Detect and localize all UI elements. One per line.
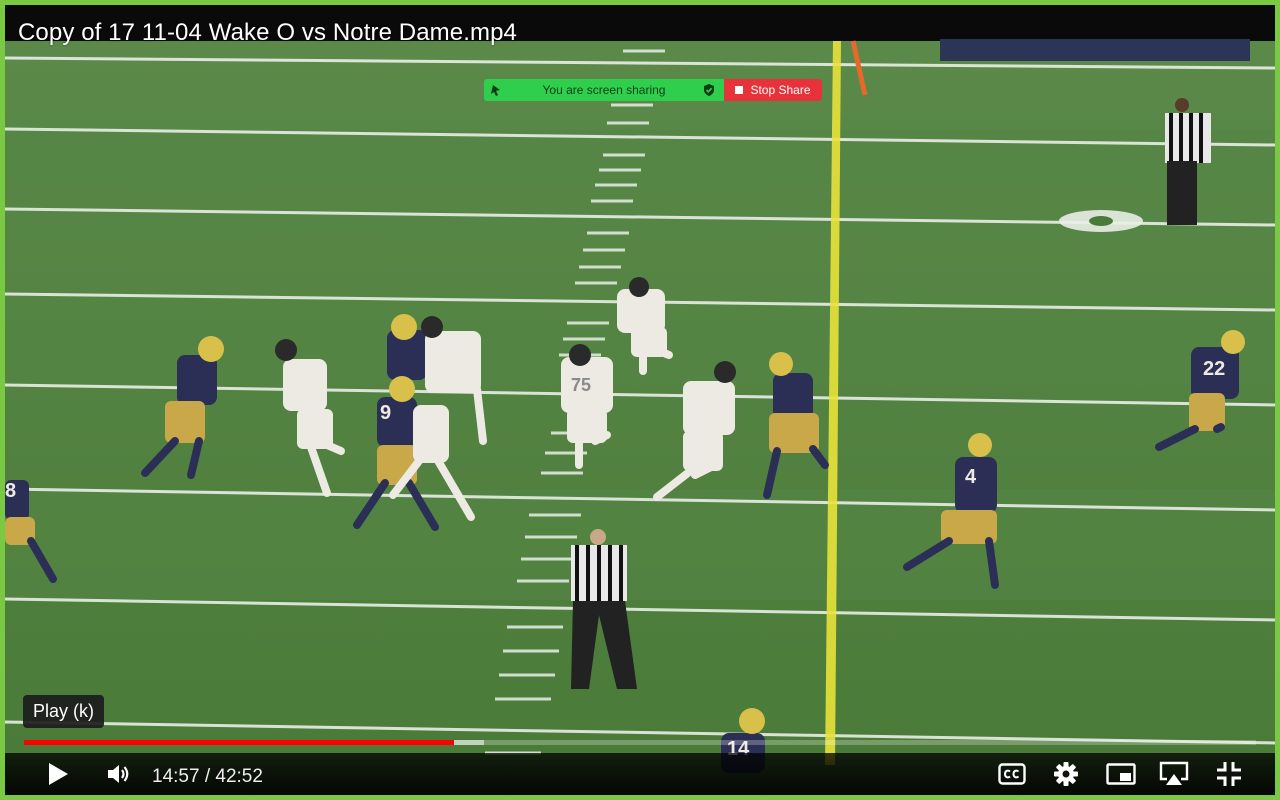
share-status-text: You are screen sharing — [542, 83, 666, 97]
video-frame: 22 4 9 14 8 75 — [5, 5, 1275, 795]
jersey-number: 9 — [380, 402, 391, 424]
stop-share-label: Stop Share — [750, 83, 811, 97]
time-separator: / — [199, 766, 216, 787]
play-tooltip: Play (k) — [23, 695, 105, 728]
play-icon — [49, 763, 68, 785]
progress-bar[interactable] — [24, 740, 1256, 745]
settings-icon — [1054, 762, 1078, 786]
screen-share-bar: You are screen sharing Stop Share — [484, 79, 822, 101]
jersey-number: 8 — [5, 480, 16, 502]
captions-button[interactable] — [995, 753, 1029, 795]
jersey-number: 22 — [1203, 358, 1225, 380]
video-title: Copy of 17 11-04 Wake O vs Notre Dame.mp… — [18, 19, 517, 46]
duration: 42:52 — [215, 766, 263, 787]
stop-share-button[interactable]: Stop Share — [724, 79, 822, 101]
progress-played — [24, 740, 454, 745]
exit-fullscreen-icon — [1217, 762, 1241, 786]
airplay-button[interactable] — [1157, 753, 1191, 795]
time-display: 14:57 / 42:52 — [152, 753, 263, 795]
airplay-icon — [1159, 761, 1189, 785]
exit-fullscreen-button[interactable] — [1213, 753, 1245, 795]
video-player[interactable]: 22 4 9 14 8 75 Copy of 17 11-04 Wake O v… — [5, 5, 1275, 795]
settings-button[interactable] — [1050, 753, 1082, 795]
stop-icon — [735, 86, 744, 94]
window-frame: 22 4 9 14 8 75 Copy of 17 11-04 Wake O v… — [0, 0, 1280, 800]
current-time: 14:57 — [152, 766, 200, 787]
player-controls: 14:57 / 42:52 — [5, 753, 1275, 795]
shield-check-icon — [704, 84, 714, 96]
miniplayer-icon — [1106, 763, 1136, 785]
jersey-number: 4 — [965, 466, 977, 488]
play-button[interactable] — [41, 753, 75, 795]
jersey-number: 75 — [571, 375, 591, 395]
captions-icon — [998, 763, 1026, 785]
mute-button[interactable] — [103, 753, 135, 795]
volume-icon — [108, 765, 129, 783]
share-status[interactable]: You are screen sharing — [484, 79, 724, 101]
miniplayer-button[interactable] — [1104, 753, 1138, 795]
